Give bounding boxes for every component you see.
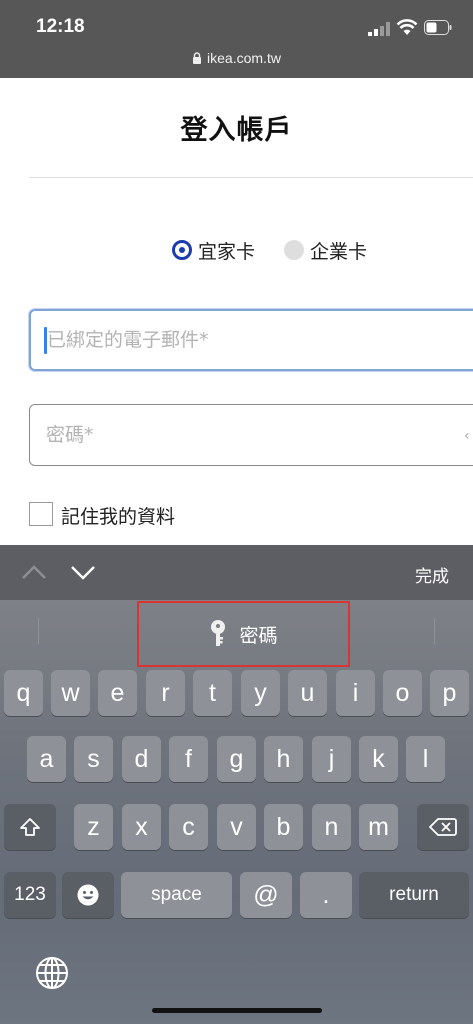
key-z[interactable]: z bbox=[74, 804, 113, 850]
suggestion-divider bbox=[38, 618, 39, 644]
globe-icon[interactable] bbox=[35, 956, 69, 990]
suggestion-divider bbox=[434, 618, 435, 644]
key-t[interactable]: t bbox=[193, 670, 232, 716]
chevron-up-icon[interactable] bbox=[21, 564, 47, 580]
key-y[interactable]: y bbox=[241, 670, 280, 716]
radio-label-business-card: 企業卡 bbox=[310, 240, 368, 263]
space-key[interactable]: space bbox=[121, 872, 232, 918]
radio-label-ikea-card: 宜家卡 bbox=[198, 240, 256, 263]
chevron-down-icon[interactable] bbox=[70, 564, 96, 580]
url-text: ikea.com.tw bbox=[207, 50, 281, 66]
suggestion-label: 密碼 bbox=[239, 624, 278, 647]
key-x[interactable]: x bbox=[122, 804, 161, 850]
delete-key[interactable] bbox=[417, 804, 469, 850]
key-a[interactable]: a bbox=[27, 736, 66, 782]
backspace-icon bbox=[429, 818, 457, 836]
status-time: 12:18 bbox=[36, 16, 85, 37]
key-f[interactable]: f bbox=[169, 736, 208, 782]
address-bar[interactable]: ikea.com.tw bbox=[0, 50, 473, 66]
password-autofill-suggestion[interactable]: 密碼 bbox=[137, 601, 350, 667]
radio-ikea-card[interactable]: 宜家卡 bbox=[172, 236, 255, 264]
key-icon bbox=[211, 620, 226, 646]
key-v[interactable]: v bbox=[217, 804, 256, 850]
email-input[interactable] bbox=[31, 311, 473, 369]
key-o[interactable]: o bbox=[383, 670, 422, 716]
page-title: 登入帳戶 bbox=[180, 115, 293, 146]
key-n[interactable]: n bbox=[312, 804, 351, 850]
lock-icon bbox=[193, 52, 202, 64]
password-field[interactable] bbox=[29, 404, 473, 466]
status-bar bbox=[0, 0, 473, 78]
home-indicator[interactable] bbox=[152, 1008, 322, 1013]
key-w[interactable]: w bbox=[51, 670, 90, 716]
dot-key[interactable]: . bbox=[300, 872, 352, 918]
shift-key[interactable] bbox=[4, 804, 56, 850]
battery-icon bbox=[424, 20, 452, 35]
key-k[interactable]: k bbox=[359, 736, 398, 782]
wifi-icon bbox=[396, 19, 418, 35]
key-r[interactable]: r bbox=[146, 670, 185, 716]
show-password-icon[interactable]: ‹ bbox=[464, 428, 470, 444]
remember-me-label: 記住我的資料 bbox=[61, 506, 176, 528]
radio-unselected-icon bbox=[284, 240, 304, 260]
key-b[interactable]: b bbox=[264, 804, 303, 850]
key-l[interactable]: l bbox=[406, 736, 445, 782]
key-q[interactable]: q bbox=[4, 670, 43, 716]
password-input[interactable] bbox=[30, 405, 473, 465]
key-s[interactable]: s bbox=[74, 736, 113, 782]
key-j[interactable]: j bbox=[312, 736, 351, 782]
at-key[interactable]: @ bbox=[240, 872, 292, 918]
key-i[interactable]: i bbox=[336, 670, 375, 716]
radio-selected-icon bbox=[172, 240, 192, 260]
shift-icon bbox=[20, 818, 40, 836]
key-g[interactable]: g bbox=[217, 736, 256, 782]
cellular-signal-icon bbox=[368, 22, 390, 36]
key-c[interactable]: c bbox=[169, 804, 208, 850]
key-d[interactable]: d bbox=[122, 736, 161, 782]
key-m[interactable]: m bbox=[359, 804, 398, 850]
done-button[interactable]: 完成 bbox=[415, 562, 449, 587]
email-field[interactable] bbox=[29, 309, 473, 371]
key-e[interactable]: e bbox=[98, 670, 137, 716]
emoji-key[interactable] bbox=[62, 872, 114, 918]
remember-me-checkbox[interactable] bbox=[29, 502, 53, 526]
numbers-key[interactable]: 123 bbox=[4, 872, 56, 918]
key-u[interactable]: u bbox=[288, 670, 327, 716]
emoji-icon bbox=[77, 884, 99, 906]
key-h[interactable]: h bbox=[264, 736, 303, 782]
divider bbox=[29, 177, 473, 178]
radio-business-card[interactable]: 企業卡 bbox=[284, 236, 367, 264]
key-p[interactable]: p bbox=[430, 670, 469, 716]
text-caret bbox=[44, 327, 47, 354]
return-key[interactable]: return bbox=[359, 872, 469, 918]
